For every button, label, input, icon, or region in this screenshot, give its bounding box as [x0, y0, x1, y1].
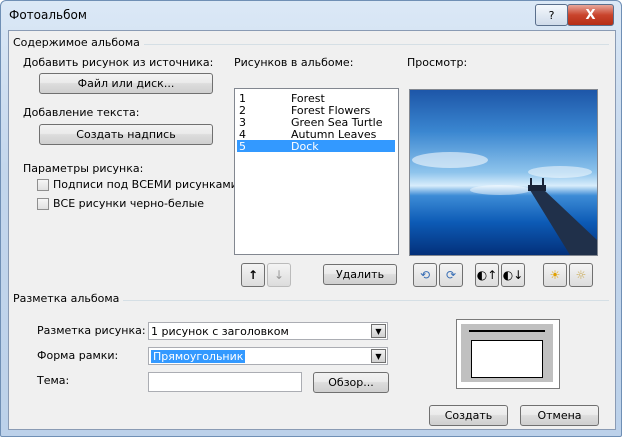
file-disk-button[interactable]: Файл или диск... — [39, 73, 213, 94]
create-textbox-button[interactable]: Создать надпись — [39, 124, 213, 145]
contrast-up-button[interactable]: ◐↑ — [475, 263, 499, 287]
preview-label: Просмотр: — [407, 56, 468, 69]
add-text-label: Добавление текста: — [23, 106, 140, 119]
theme-input[interactable] — [148, 372, 302, 392]
chevron-down-icon[interactable]: ▼ — [371, 324, 386, 338]
rotate-left-icon: ⟲ — [419, 268, 431, 282]
bw-checkbox[interactable] — [37, 198, 49, 210]
rotate-left-button[interactable]: ⟲ — [413, 263, 437, 287]
help-icon: ? — [548, 8, 555, 22]
frame-shape-select[interactable]: Прямоугольник ▼ — [148, 347, 388, 365]
layout-preview-title-line — [469, 330, 545, 332]
dialog-title: Фотоальбом — [9, 8, 87, 22]
layout-preview-picture — [471, 340, 543, 378]
brightness-down-icon: ☼ — [575, 268, 587, 282]
frame-shape-label: Форма рамки: — [37, 349, 119, 362]
list-item[interactable]: 2 Forest Flowers — [237, 104, 395, 117]
brightness-up-icon: ☀ — [549, 268, 561, 282]
close-icon: X — [585, 7, 596, 23]
layout-preview-frame — [461, 324, 553, 382]
delete-button[interactable]: Удалить — [323, 264, 397, 285]
photo-album-dialog: Фотоальбом ? X Содержимое альбома Добави… — [0, 0, 622, 437]
move-up-button[interactable]: ↑ — [241, 263, 265, 287]
contrast-up-icon: ◐↑ — [476, 268, 498, 282]
list-item[interactable]: 1 Forest — [237, 92, 395, 105]
rotate-right-button[interactable]: ⟳ — [439, 263, 463, 287]
arrow-down-icon: ↓ — [273, 268, 285, 282]
browse-button[interactable]: Обзор... — [313, 372, 389, 393]
arrow-up-icon: ↑ — [247, 268, 259, 282]
bw-checkbox-label: ВСЕ рисунки черно-белые — [53, 197, 205, 210]
picture-layout-label: Разметка рисунка: — [37, 324, 146, 337]
list-item[interactable]: 3 Green Sea Turtle — [237, 116, 395, 129]
album-pictures-list[interactable]: 1 Forest 2 Forest Flowers 3 Green Sea Turtl… — [234, 88, 399, 255]
chevron-down-icon[interactable]: ▼ — [371, 349, 386, 363]
captions-checkbox[interactable] — [37, 179, 49, 191]
contrast-down-button[interactable]: ◐↓ — [501, 263, 525, 287]
add-source-label: Добавить рисунок из источника: — [23, 56, 214, 69]
create-button[interactable]: Создать — [429, 405, 508, 426]
move-down-button[interactable]: ↓ — [267, 263, 291, 287]
rotate-right-icon: ⟳ — [445, 268, 457, 282]
dialog-body: Содержимое альбома Добавить рисунок из и… — [8, 30, 616, 430]
theme-label: Тема: — [37, 374, 70, 387]
brightness-up-button[interactable]: ☀ — [543, 263, 567, 287]
list-item[interactable]: 4 Autumn Leaves — [237, 128, 395, 141]
contrast-down-icon: ◐↓ — [502, 268, 524, 282]
content-group-title: Содержимое альбома — [13, 36, 144, 49]
layout-group-title: Разметка альбома — [13, 292, 124, 305]
help-button[interactable]: ? — [535, 4, 568, 26]
preview-image — [409, 89, 598, 256]
picture-params-label: Параметры рисунка: — [23, 162, 144, 175]
close-button[interactable]: X — [567, 4, 614, 26]
cancel-button[interactable]: Отмена — [520, 405, 599, 426]
captions-checkbox-label: Подписи под ВСЕМИ рисунками — [53, 178, 238, 191]
album-list-label: Рисунков в альбоме: — [234, 56, 354, 69]
list-item-selected[interactable]: 5 Dock — [237, 140, 395, 153]
dock-pier-icon — [412, 152, 597, 255]
layout-preview — [456, 319, 560, 389]
brightness-down-button[interactable]: ☼ — [569, 263, 593, 287]
picture-layout-select[interactable]: 1 рисунок с заголовком ▼ — [148, 322, 388, 340]
